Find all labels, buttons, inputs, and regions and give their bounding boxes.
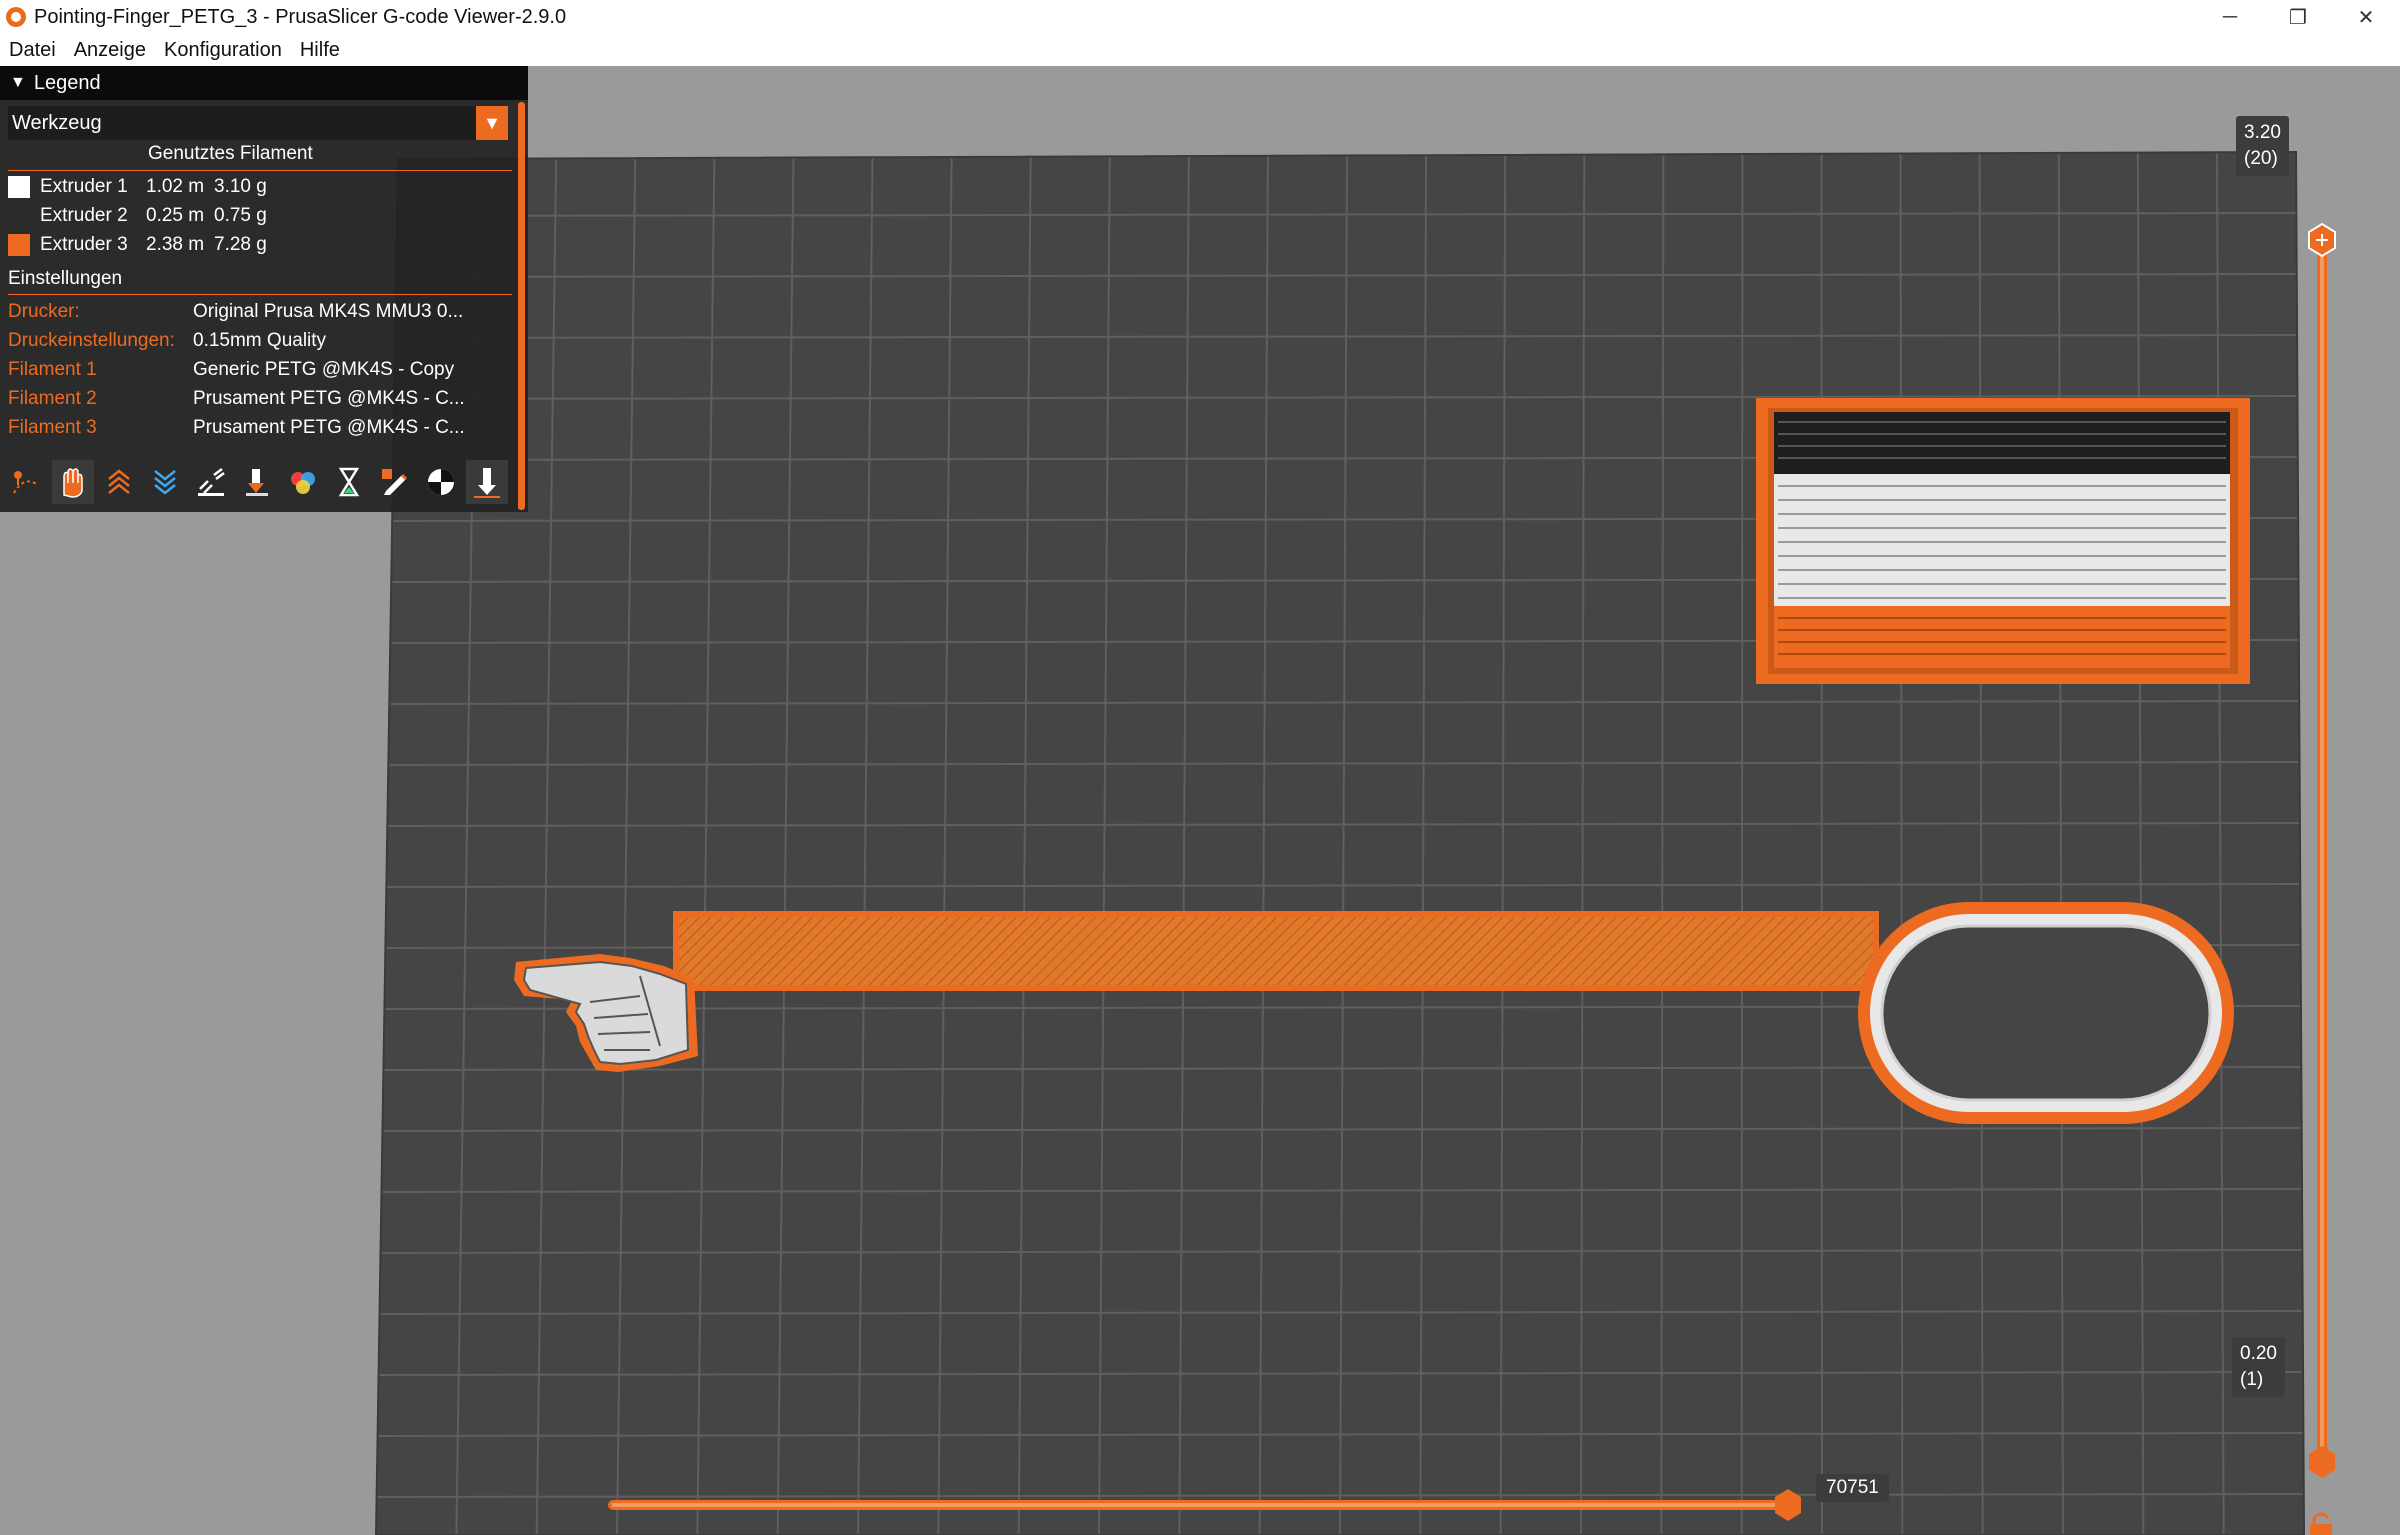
legend-scrollbar[interactable] [518,102,525,510]
close-button[interactable]: ✕ [2332,0,2400,34]
restore-button[interactable]: ❐ [2264,0,2332,34]
legend-panel: ▼ Legend Werkzeug ▼ Genutztes Filament E… [0,66,528,512]
extruder-length: 2.38 m [146,234,205,255]
minimize-button[interactable]: ─ [2196,0,2264,34]
setting-row: Druckeinstellungen: 0.15mm Quality [8,327,326,355]
custom-gcode-icon[interactable] [374,460,416,504]
menu-bar: Datei Anzeige Konfiguration Hilfe [0,34,2400,66]
extruder-name: Extruder 2 [40,205,128,226]
divider [8,170,512,171]
center-of-gravity-icon[interactable] [420,460,462,504]
extruder-name: Extruder 1 [40,176,128,197]
setting-key: Drucker: [8,301,80,322]
setting-value: Prusament PETG @MK4S - C... [193,388,465,409]
legend-header[interactable]: ▼ Legend [0,66,528,100]
extruder-row-1[interactable]: Extruder 1 1.02 m 3.10 g [8,173,267,201]
divider [8,294,512,295]
setting-value: Generic PETG @MK4S - Copy [193,359,455,380]
deretractions-icon[interactable] [98,460,140,504]
bottom-layer-number: (1) [2240,1369,2264,1390]
retractions-icon[interactable] [52,460,94,504]
shells-icon[interactable] [466,460,508,504]
color-swatch-icon [8,176,30,198]
view-type-value: Werkzeug [12,111,102,134]
setting-row: Filament 1 Generic PETG @MK4S - Copy [8,356,454,384]
prusaslicer-logo-icon [6,7,26,27]
extruder-name: Extruder 3 [40,234,128,255]
seams-icon[interactable] [144,460,186,504]
color-swatch-icon [8,205,30,227]
extruder-weight: 3.10 g [214,176,267,197]
vertical-slider-bottom-thumb [2309,1446,2335,1478]
collapse-triangle-icon[interactable]: ▼ [10,74,26,92]
option-toolbar [6,460,512,504]
extruder-row-3[interactable]: Extruder 3 2.38 m 7.28 g [8,231,267,259]
top-layer-height: 3.20 [2244,122,2281,143]
view-type-select[interactable]: Werkzeug ▼ [8,106,508,140]
wipe-icon[interactable] [190,460,232,504]
menu-datei[interactable]: Datei [0,39,65,62]
pause-icon[interactable] [328,460,370,504]
setting-key: Filament 2 [8,388,97,409]
legend-title: Legend [33,71,101,94]
vertical-slider-top-label: 3.20 (20) [2236,116,2289,176]
menu-anzeige[interactable]: Anzeige [65,39,155,62]
setting-key: Druckeinstellungen: [8,330,175,351]
tool-change-icon[interactable] [236,460,278,504]
setting-key: Filament 3 [8,417,97,438]
title-bar: Pointing-Finger_PETG_3 - PrusaSlicer G-c… [0,0,2400,35]
bed-grid-line [1740,154,1744,1535]
setting-value: Original Prusa MK4S MMU3 0... [193,301,464,322]
print-bed [376,152,2304,1535]
setting-row: Drucker: Original Prusa MK4S MMU3 0... [8,298,463,326]
horizontal-slider-label: 70751 [1816,1474,1889,1502]
setting-row: Filament 3 Prusament PETG @MK4S - C... [8,414,465,442]
window-title: Pointing-Finger_PETG_3 - PrusaSlicer G-c… [34,5,567,28]
setting-value: Prusament PETG @MK4S - C... [193,417,465,438]
menu-hilfe[interactable]: Hilfe [291,39,349,62]
setting-value: 0.15mm Quality [193,330,327,351]
extruder-length: 0.25 m [146,205,205,226]
setting-row: Filament 2 Prusament PETG @MK4S - C... [8,385,465,413]
extruder-length: 1.02 m [146,176,205,197]
bottom-layer-height: 0.20 [2240,1343,2277,1364]
menu-konfiguration[interactable]: Konfiguration [155,39,291,62]
extruder-weight: 0.75 g [214,205,267,226]
extruder-row-2[interactable]: Extruder 2 0.25 m 0.75 g [8,202,267,230]
wipe-tower [1756,398,2250,684]
top-layer-number: (20) [2244,148,2278,169]
color-swatch-icon [8,234,30,256]
setting-key: Filament 1 [8,359,97,380]
lock-icon [2310,1512,2332,1535]
travel-icon[interactable] [6,460,48,504]
chevron-down-icon[interactable]: ▼ [476,106,508,140]
vertical-slider-bottom-label: 0.20 (1) [2232,1337,2285,1397]
bed-grid-line [1820,153,1823,1535]
color-change-icon[interactable] [282,460,324,504]
used-filament-title: Genutztes Filament [148,143,313,164]
settings-title: Einstellungen [8,268,123,289]
extruder-weight: 7.28 g [214,234,267,255]
